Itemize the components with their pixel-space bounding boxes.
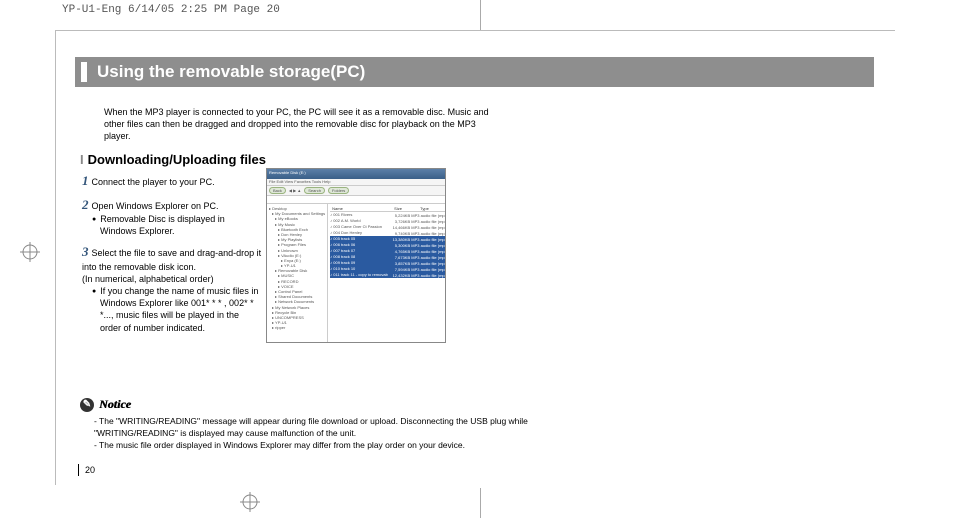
section-heading-bar-icon: I (80, 152, 84, 167)
step-3-sub: If you change the name of music files in… (92, 285, 262, 334)
notice-line-2: - The music file order displayed in Wind… (94, 440, 600, 452)
crop-mark-top (480, 0, 481, 30)
col-type: Type (418, 206, 431, 211)
crop-frame-top (55, 30, 895, 31)
tree-item: ▸ ripper (269, 325, 325, 330)
shot-toolbar: Back ◀ ▶ ▲ Search Folders (267, 186, 445, 196)
scan-header: YP-U1-Eng 6/14/05 2:25 PM Page 20 (62, 4, 280, 16)
notice-icon: ✎ (80, 398, 94, 412)
col-name: Name (330, 206, 392, 211)
shot-menubar: File Edit View Favorites Tools Help (267, 179, 445, 186)
windows-explorer-screenshot: Removable Disk (E:) File Edit View Favor… (266, 168, 446, 343)
shot-titlebar: Removable Disk (E:) (267, 169, 445, 179)
step-2: 2Open Windows Explorer on PC. Removable … (82, 196, 262, 238)
step-number-3: 3 (82, 244, 89, 259)
step-1: 1Connect the player to your PC. (82, 172, 262, 190)
shot-folder-tree: ▸ Desktop▸ My Documents and Settings▸ My… (267, 204, 328, 343)
step-number-1: 1 (82, 173, 89, 188)
steps-list: 1Connect the player to your PC. 2Open Wi… (82, 172, 262, 340)
step-2-text: Open Windows Explorer on PC. (92, 201, 219, 211)
page-number: 20 (78, 464, 95, 476)
shot-nav-arrows-icon: ◀ ▶ ▲ (289, 188, 301, 193)
col-size: Size (392, 206, 418, 211)
page-title-bar: Using the removable storage(PC) (75, 57, 874, 87)
section-heading-text: Downloading/Uploading files (88, 152, 266, 167)
crop-mark-bottom (480, 488, 481, 518)
title-accent-icon (81, 62, 87, 82)
crop-frame-left (55, 30, 56, 485)
registration-mark-left (20, 242, 40, 262)
notice-label: Notice (99, 397, 131, 412)
intro-paragraph: When the MP3 player is connected to your… (104, 106, 504, 142)
step-2-sub: Removable Disc is displayed in Windows E… (92, 213, 262, 237)
step-3: 3Select the file to save and drag-and-dr… (82, 243, 262, 333)
step-1-text: Connect the player to your PC. (92, 177, 215, 187)
notice-line-1: - The "WRITING/READING" message will app… (94, 416, 600, 440)
registration-mark-bottom (240, 492, 260, 512)
music-note-icon: ♪ (443, 303, 446, 342)
step-3-text-b: (In numerical, alphabetical order) (82, 274, 214, 284)
shot-file-list: ♪ Name Size Type ♪ 001 Rivers5,224KB MP3… (328, 204, 446, 343)
shot-address-bar (267, 196, 445, 204)
page-title: Using the removable storage(PC) (97, 62, 365, 82)
file-row: ♪ 011 track 11 - copy to removable12,432… (330, 272, 446, 278)
shot-back-button: Back (269, 187, 286, 194)
section-heading: I Downloading/Uploading files (80, 152, 266, 167)
notice-section: ✎ Notice - The "WRITING/READING" message… (80, 397, 600, 452)
shot-folders-button: Folders (328, 187, 349, 194)
step-number-2: 2 (82, 197, 89, 212)
step-3-text-a: Select the file to save and drag-and-dro… (82, 248, 261, 272)
shot-search-button: Search (304, 187, 325, 194)
